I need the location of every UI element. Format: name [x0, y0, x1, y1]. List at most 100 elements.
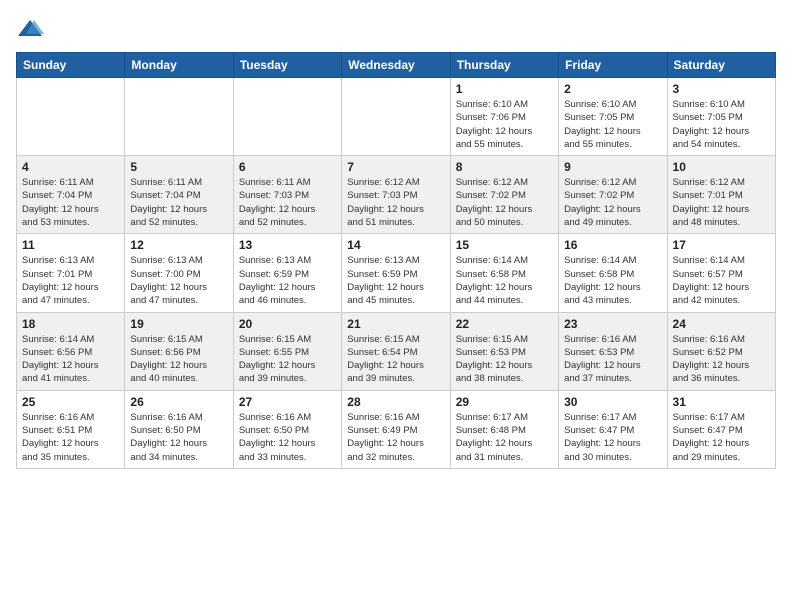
calendar-table: SundayMondayTuesdayWednesdayThursdayFrid… [16, 52, 776, 469]
calendar-cell: 3Sunrise: 6:10 AM Sunset: 7:05 PM Daylig… [667, 78, 775, 156]
calendar-week-1: 1 Sunrise: 6:10 AM Sunset: 7:06 PM Daylig… [17, 78, 776, 156]
calendar-cell: 24Sunrise: 6:16 AM Sunset: 6:52 PM Dayli… [667, 312, 775, 390]
day-number: 28 [347, 395, 444, 409]
day-number: 20 [239, 317, 336, 331]
day-info: Sunrise: 6:16 AM Sunset: 6:53 PM Dayligh… [564, 333, 661, 386]
day-info: Sunrise: 6:12 AM Sunset: 7:02 PM Dayligh… [564, 176, 661, 229]
calendar-cell: 17 Sunrise: 6:14 AM Sunset: 6:57 PM Dayli… [667, 234, 775, 312]
calendar-header-monday: Monday [125, 53, 233, 78]
day-info: Sunrise: 6:13 AM Sunset: 6:59 PM Dayligh… [239, 254, 336, 307]
calendar-cell: 5 Sunrise: 6:11 AM Sunset: 7:04 PM Daylig… [125, 156, 233, 234]
calendar-cell: 28 Sunrise: 6:16 AM Sunset: 6:49 PM Dayli… [342, 390, 450, 468]
day-number: 17 [673, 238, 770, 252]
calendar-header-row: SundayMondayTuesdayWednesdayThursdayFrid… [17, 53, 776, 78]
calendar-cell: 20 Sunrise: 6:15 AM Sunset: 6:55 PM Dayli… [233, 312, 341, 390]
day-info: Sunrise: 6:17 AM Sunset: 6:47 PM Dayligh… [564, 411, 661, 464]
day-number: 18 [22, 317, 119, 331]
day-info: Sunrise: 6:10 AM Sunset: 7:06 PM Dayligh… [456, 98, 553, 151]
day-info: Sunrise: 6:16 AM Sunset: 6:49 PM Dayligh… [347, 411, 444, 464]
day-info: Sunrise: 6:16 AM Sunset: 6:51 PM Dayligh… [22, 411, 119, 464]
calendar-cell: 23 Sunrise: 6:16 AM Sunset: 6:53 PM Dayli… [559, 312, 667, 390]
calendar-cell [233, 78, 341, 156]
day-info: Sunrise: 6:13 AM Sunset: 7:00 PM Dayligh… [130, 254, 227, 307]
calendar-cell: 11 Sunrise: 6:13 AM Sunset: 7:01 PM Dayli… [17, 234, 125, 312]
day-number: 9 [564, 160, 661, 174]
day-number: 2 [564, 82, 661, 96]
day-number: 16 [564, 238, 661, 252]
day-number: 10 [673, 160, 770, 174]
calendar-week-4: 18 Sunrise: 6:14 AM Sunset: 6:56 PM Dayli… [17, 312, 776, 390]
calendar-header-saturday: Saturday [667, 53, 775, 78]
day-info: Sunrise: 6:15 AM Sunset: 6:54 PM Dayligh… [347, 333, 444, 386]
calendar-cell: 18 Sunrise: 6:14 AM Sunset: 6:56 PM Dayli… [17, 312, 125, 390]
day-info: Sunrise: 6:16 AM Sunset: 6:50 PM Dayligh… [130, 411, 227, 464]
day-info: Sunrise: 6:10 AM Sunset: 7:05 PM Dayligh… [564, 98, 661, 151]
calendar-cell: 27 Sunrise: 6:16 AM Sunset: 6:50 PM Dayli… [233, 390, 341, 468]
day-number: 26 [130, 395, 227, 409]
day-info: Sunrise: 6:15 AM Sunset: 6:53 PM Dayligh… [456, 333, 553, 386]
day-info: Sunrise: 6:14 AM Sunset: 6:56 PM Dayligh… [22, 333, 119, 386]
day-info: Sunrise: 6:14 AM Sunset: 6:57 PM Dayligh… [673, 254, 770, 307]
day-info: Sunrise: 6:12 AM Sunset: 7:02 PM Dayligh… [456, 176, 553, 229]
day-number: 25 [22, 395, 119, 409]
day-number: 6 [239, 160, 336, 174]
calendar-cell: 29 Sunrise: 6:17 AM Sunset: 6:48 PM Dayli… [450, 390, 558, 468]
day-info: Sunrise: 6:12 AM Sunset: 7:03 PM Dayligh… [347, 176, 444, 229]
calendar-cell: 7 Sunrise: 6:12 AM Sunset: 7:03 PM Daylig… [342, 156, 450, 234]
calendar-cell: 19 Sunrise: 6:15 AM Sunset: 6:56 PM Dayli… [125, 312, 233, 390]
calendar-cell: 1 Sunrise: 6:10 AM Sunset: 7:06 PM Daylig… [450, 78, 558, 156]
calendar-header-tuesday: Tuesday [233, 53, 341, 78]
day-info: Sunrise: 6:15 AM Sunset: 6:56 PM Dayligh… [130, 333, 227, 386]
calendar-cell: 30 Sunrise: 6:17 AM Sunset: 6:47 PM Dayli… [559, 390, 667, 468]
calendar-cell: 22Sunrise: 6:15 AM Sunset: 6:53 PM Dayli… [450, 312, 558, 390]
calendar-header-thursday: Thursday [450, 53, 558, 78]
day-number: 5 [130, 160, 227, 174]
day-info: Sunrise: 6:13 AM Sunset: 6:59 PM Dayligh… [347, 254, 444, 307]
day-info: Sunrise: 6:11 AM Sunset: 7:04 PM Dayligh… [130, 176, 227, 229]
page-header [16, 16, 776, 44]
day-number: 7 [347, 160, 444, 174]
calendar-cell: 31 Sunrise: 6:17 AM Sunset: 6:47 PM Dayli… [667, 390, 775, 468]
day-number: 1 [456, 82, 553, 96]
day-info: Sunrise: 6:11 AM Sunset: 7:03 PM Dayligh… [239, 176, 336, 229]
calendar-cell: 10Sunrise: 6:12 AM Sunset: 7:01 PM Dayli… [667, 156, 775, 234]
day-number: 30 [564, 395, 661, 409]
calendar-header-sunday: Sunday [17, 53, 125, 78]
day-info: Sunrise: 6:17 AM Sunset: 6:48 PM Dayligh… [456, 411, 553, 464]
day-info: Sunrise: 6:16 AM Sunset: 6:50 PM Dayligh… [239, 411, 336, 464]
day-number: 11 [22, 238, 119, 252]
day-number: 31 [673, 395, 770, 409]
calendar-cell: 4Sunrise: 6:11 AM Sunset: 7:04 PM Daylig… [17, 156, 125, 234]
calendar-cell: 8 Sunrise: 6:12 AM Sunset: 7:02 PM Daylig… [450, 156, 558, 234]
day-number: 3 [673, 82, 770, 96]
calendar-cell: 12 Sunrise: 6:13 AM Sunset: 7:00 PM Dayli… [125, 234, 233, 312]
day-number: 21 [347, 317, 444, 331]
day-number: 13 [239, 238, 336, 252]
calendar-week-3: 11 Sunrise: 6:13 AM Sunset: 7:01 PM Dayli… [17, 234, 776, 312]
day-number: 12 [130, 238, 227, 252]
calendar-cell: 25 Sunrise: 6:16 AM Sunset: 6:51 PM Dayli… [17, 390, 125, 468]
day-info: Sunrise: 6:13 AM Sunset: 7:01 PM Dayligh… [22, 254, 119, 307]
day-number: 8 [456, 160, 553, 174]
calendar-cell: 26 Sunrise: 6:16 AM Sunset: 6:50 PM Dayli… [125, 390, 233, 468]
logo [16, 16, 48, 44]
day-info: Sunrise: 6:14 AM Sunset: 6:58 PM Dayligh… [564, 254, 661, 307]
calendar-week-2: 4Sunrise: 6:11 AM Sunset: 7:04 PM Daylig… [17, 156, 776, 234]
day-number: 14 [347, 238, 444, 252]
day-number: 23 [564, 317, 661, 331]
day-info: Sunrise: 6:15 AM Sunset: 6:55 PM Dayligh… [239, 333, 336, 386]
day-info: Sunrise: 6:17 AM Sunset: 6:47 PM Dayligh… [673, 411, 770, 464]
calendar-cell: 9 Sunrise: 6:12 AM Sunset: 7:02 PM Daylig… [559, 156, 667, 234]
calendar-cell: 13 Sunrise: 6:13 AM Sunset: 6:59 PM Dayli… [233, 234, 341, 312]
day-number: 29 [456, 395, 553, 409]
day-number: 27 [239, 395, 336, 409]
day-number: 19 [130, 317, 227, 331]
logo-icon [16, 16, 44, 44]
calendar-cell: 2 Sunrise: 6:10 AM Sunset: 7:05 PM Daylig… [559, 78, 667, 156]
calendar-cell [125, 78, 233, 156]
calendar-cell: 6 Sunrise: 6:11 AM Sunset: 7:03 PM Daylig… [233, 156, 341, 234]
calendar-header-wednesday: Wednesday [342, 53, 450, 78]
calendar-cell: 15Sunrise: 6:14 AM Sunset: 6:58 PM Dayli… [450, 234, 558, 312]
calendar-cell [17, 78, 125, 156]
calendar-week-5: 25 Sunrise: 6:16 AM Sunset: 6:51 PM Dayli… [17, 390, 776, 468]
